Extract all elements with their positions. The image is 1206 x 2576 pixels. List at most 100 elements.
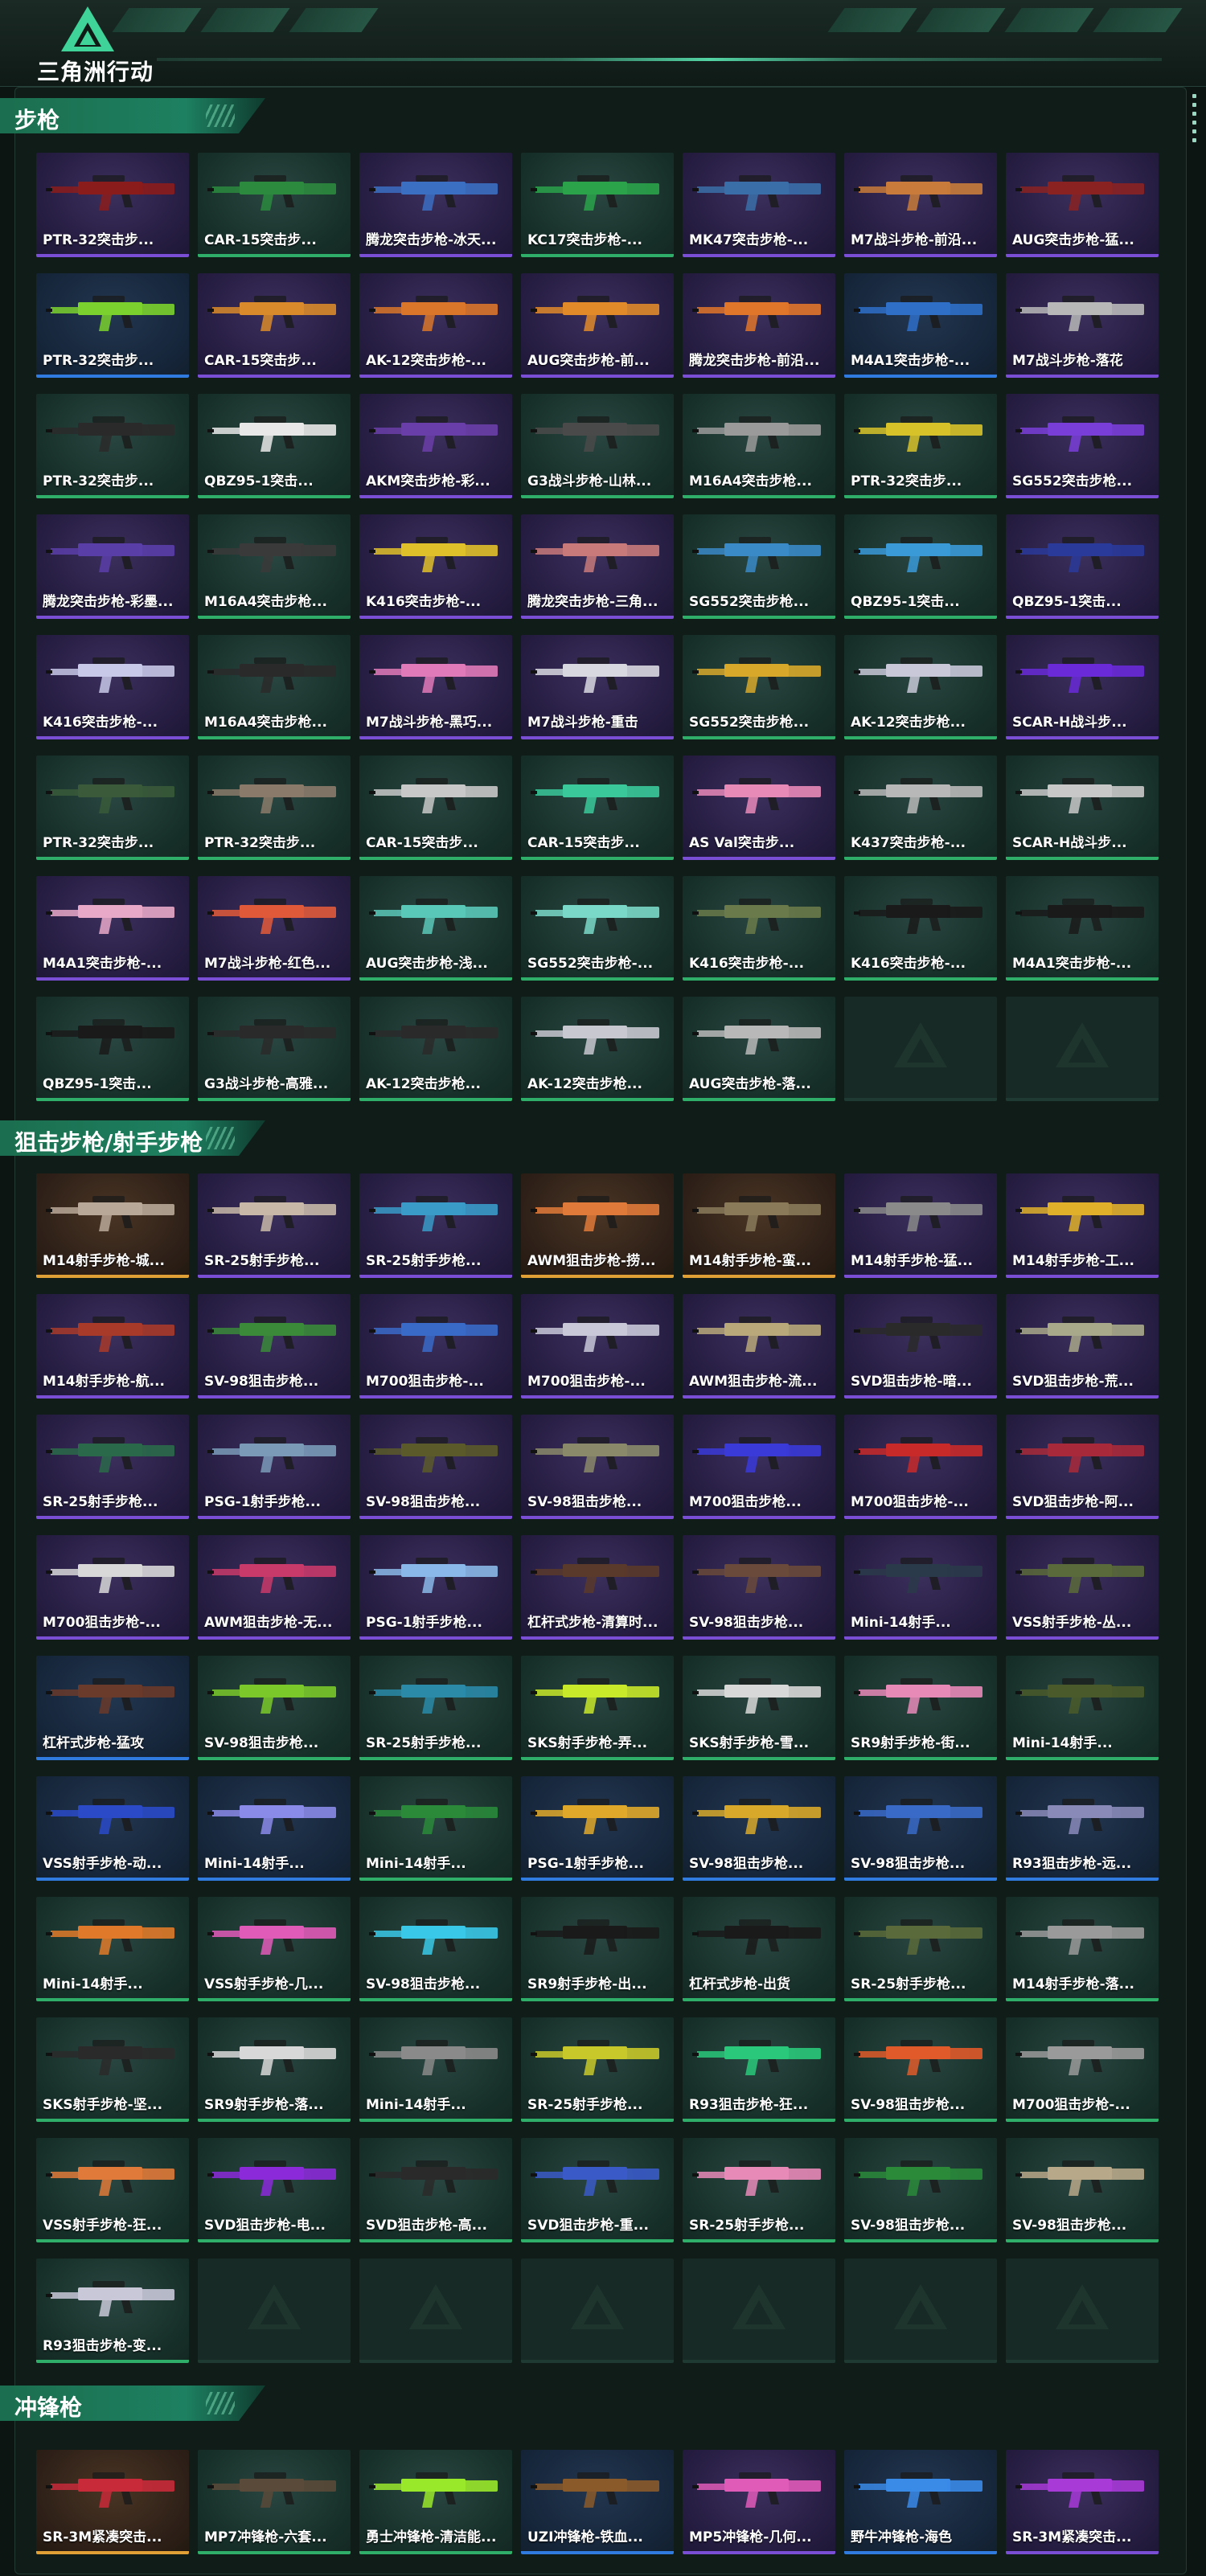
weapon-card[interactable]: VSS射手步枪-动... — [36, 1776, 189, 1881]
weapon-card[interactable]: SVD狙击步枪-电... — [198, 2138, 351, 2242]
weapon-card[interactable]: 腾龙突击步枪-三角... — [521, 514, 674, 619]
weapon-card[interactable]: R93狙击步枪-远... — [1006, 1776, 1159, 1881]
weapon-card[interactable]: MK47突击步枪-... — [683, 153, 835, 257]
scroll-indicator[interactable] — [1192, 94, 1197, 147]
weapon-card[interactable]: K416突击步枪-... — [844, 876, 997, 981]
weapon-card[interactable]: SKS射手步枪-雪... — [683, 1656, 835, 1760]
weapon-card[interactable]: PTR-32突击步... — [36, 394, 189, 498]
weapon-card[interactable]: CAR-15突击步... — [521, 756, 674, 860]
weapon-card[interactable]: PSG-1射手步枪... — [521, 1776, 674, 1881]
weapon-card[interactable]: AUG突击步枪-浅... — [359, 876, 512, 981]
weapon-card[interactable]: 腾龙突击步枪-彩墨... — [36, 514, 189, 619]
weapon-card[interactable]: SV-98狙击步枪... — [359, 1415, 512, 1519]
weapon-card[interactable]: M4A1突击步枪-... — [844, 273, 997, 378]
weapon-card[interactable]: SV-98狙击步枪... — [844, 2138, 997, 2242]
weapon-card[interactable]: SV-98狙击步枪... — [359, 1897, 512, 2001]
weapon-card[interactable]: PTR-32突击步... — [198, 756, 351, 860]
weapon-card[interactable]: CAR-15突击步... — [198, 153, 351, 257]
weapon-card[interactable]: Mini-14射手... — [359, 2017, 512, 2122]
weapon-card[interactable]: M700狙击步枪-... — [36, 1535, 189, 1640]
weapon-card[interactable]: AUG突击步枪-前... — [521, 273, 674, 378]
weapon-card[interactable]: VSS射手步枪-几... — [198, 1897, 351, 2001]
weapon-card[interactable]: SCAR-H战斗步... — [1006, 756, 1159, 860]
weapon-card[interactable]: AK-12突击步枪-... — [359, 273, 512, 378]
weapon-card[interactable]: M14射手步枪-蛮... — [683, 1173, 835, 1278]
weapon-card[interactable]: AWM狙击步枪-无... — [198, 1535, 351, 1640]
weapon-card[interactable]: SVD狙击步枪-暗... — [844, 1294, 997, 1399]
weapon-card[interactable]: SV-98狙击步枪... — [1006, 2138, 1159, 2242]
weapon-card[interactable]: M7战斗步枪-前沿... — [844, 153, 997, 257]
weapon-card[interactable]: M14射手步枪-航... — [36, 1294, 189, 1399]
weapon-card[interactable]: SR-25射手步枪... — [683, 2138, 835, 2242]
weapon-card[interactable]: SVD狙击步枪-阿... — [1006, 1415, 1159, 1519]
weapon-card[interactable]: 勇士冲锋枪-清洁能... — [359, 2450, 512, 2554]
weapon-card[interactable]: M14射手步枪-猛... — [844, 1173, 997, 1278]
weapon-card[interactable]: AWM狙击步枪-捞... — [521, 1173, 674, 1278]
weapon-card[interactable]: M700狙击步枪-... — [1006, 2017, 1159, 2122]
weapon-card[interactable]: VSS射手步枪-狂... — [36, 2138, 189, 2242]
weapon-card[interactable]: AS Val突击步... — [683, 756, 835, 860]
weapon-card[interactable]: R93狙击步枪-变... — [36, 2259, 189, 2363]
weapon-card[interactable]: VSS射手步枪-丛... — [1006, 1535, 1159, 1640]
weapon-card[interactable]: M700狙击步枪-... — [521, 1294, 674, 1399]
weapon-card[interactable]: 野牛冲锋枪-海色 — [844, 2450, 997, 2554]
weapon-card[interactable]: SKS射手步枪-坚... — [36, 2017, 189, 2122]
weapon-card[interactable]: AK-12突击步枪... — [359, 997, 512, 1101]
weapon-card[interactable]: M14射手步枪-工... — [1006, 1173, 1159, 1278]
weapon-card[interactable]: AK-12突击步枪... — [844, 635, 997, 739]
weapon-card[interactable]: CAR-15突击步... — [198, 273, 351, 378]
weapon-card[interactable]: M4A1突击步枪-... — [36, 876, 189, 981]
weapon-card[interactable]: K416突击步枪-... — [359, 514, 512, 619]
weapon-card[interactable]: SV-98狙击步枪... — [844, 1776, 997, 1881]
weapon-card[interactable]: MP5冲锋枪-几何... — [683, 2450, 835, 2554]
weapon-card[interactable]: AK-12突击步枪... — [521, 997, 674, 1101]
weapon-card[interactable]: SKS射手步枪-弄... — [521, 1656, 674, 1760]
weapon-card[interactable]: SR9射手步枪-出... — [521, 1897, 674, 2001]
weapon-card[interactable]: PSG-1射手步枪... — [198, 1415, 351, 1519]
weapon-card[interactable]: G3战斗步枪-高雅... — [198, 997, 351, 1101]
weapon-card[interactable]: SV-98狙击步枪... — [521, 1415, 674, 1519]
weapon-card[interactable]: M14射手步枪-落... — [1006, 1897, 1159, 2001]
weapon-card[interactable]: QBZ95-1突击... — [36, 997, 189, 1101]
weapon-card[interactable]: SVD狙击步枪-重... — [521, 2138, 674, 2242]
weapon-card[interactable]: SR9射手步枪-街... — [844, 1656, 997, 1760]
weapon-card[interactable]: Mini-14射手... — [1006, 1656, 1159, 1760]
weapon-card[interactable]: MP7冲锋枪-六套... — [198, 2450, 351, 2554]
weapon-card[interactable]: SVD狙击步枪-高... — [359, 2138, 512, 2242]
weapon-card[interactable]: QBZ95-1突击... — [1006, 514, 1159, 619]
weapon-card[interactable]: SVD狙击步枪-荒... — [1006, 1294, 1159, 1399]
weapon-card[interactable]: 杠杆式步枪-清算时... — [521, 1535, 674, 1640]
weapon-card[interactable]: SV-98狙击步枪... — [683, 1776, 835, 1881]
weapon-card[interactable]: 杠杆式步枪-出货 — [683, 1897, 835, 2001]
weapon-card[interactable]: PTR-32突击步... — [36, 273, 189, 378]
weapon-card[interactable]: AUG突击步枪-猛... — [1006, 153, 1159, 257]
weapon-card[interactable]: SR-3M紧凑突击... — [36, 2450, 189, 2554]
weapon-card[interactable]: CAR-15突击步... — [359, 756, 512, 860]
weapon-card[interactable]: SV-98狙击步枪... — [683, 1535, 835, 1640]
weapon-card[interactable]: K416突击步枪-... — [683, 876, 835, 981]
weapon-card[interactable]: M16A4突击步枪... — [198, 514, 351, 619]
weapon-card[interactable]: QBZ95-1突击... — [198, 394, 351, 498]
weapon-card[interactable]: KC17突击步枪-... — [521, 153, 674, 257]
weapon-card[interactable]: QBZ95-1突击... — [844, 514, 997, 619]
weapon-card[interactable]: 腾龙突击步枪-前沿... — [683, 273, 835, 378]
weapon-card[interactable]: SR-25射手步枪... — [359, 1656, 512, 1760]
weapon-card[interactable]: M7战斗步枪-重击 — [521, 635, 674, 739]
weapon-card[interactable]: Mini-14射手... — [198, 1776, 351, 1881]
weapon-card[interactable]: SR-25射手步枪... — [521, 2017, 674, 2122]
weapon-card[interactable]: Mini-14射手... — [844, 1535, 997, 1640]
weapon-card[interactable]: M7战斗步枪-黑巧... — [359, 635, 512, 739]
weapon-card[interactable]: K437突击步枪-... — [844, 756, 997, 860]
weapon-card[interactable]: SV-98狙击步枪... — [198, 1656, 351, 1760]
weapon-card[interactable]: M7战斗步枪-红色... — [198, 876, 351, 981]
weapon-card[interactable]: SR-25射手步枪... — [36, 1415, 189, 1519]
weapon-card[interactable]: AKM突击步枪-彩... — [359, 394, 512, 498]
weapon-card[interactable]: 腾龙突击步枪-冰天... — [359, 153, 512, 257]
weapon-card[interactable]: Mini-14射手... — [359, 1776, 512, 1881]
weapon-card[interactable]: SCAR-H战斗步... — [1006, 635, 1159, 739]
weapon-card[interactable]: M700狙击步枪-... — [844, 1415, 997, 1519]
weapon-card[interactable]: AUG突击步枪-落... — [683, 997, 835, 1101]
weapon-card[interactable]: PTR-32突击步... — [36, 756, 189, 860]
weapon-card[interactable]: K416突击步枪-... — [36, 635, 189, 739]
weapon-card[interactable]: 杠杆式步枪-猛攻 — [36, 1656, 189, 1760]
